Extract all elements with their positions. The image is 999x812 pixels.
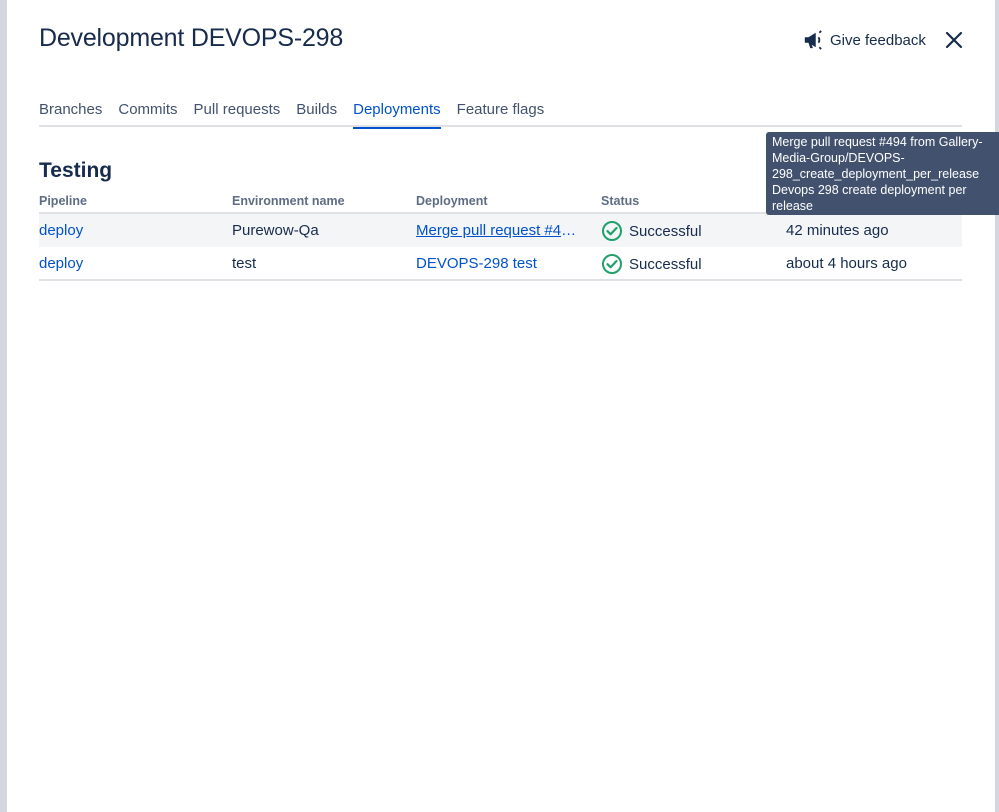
give-feedback-button[interactable]: Give feedback <box>802 29 926 51</box>
tab-pull-requests[interactable]: Pull requests <box>194 100 281 127</box>
status-text: Successful <box>629 222 702 240</box>
tab-bar: Branches Commits Pull requests Builds De… <box>39 100 962 129</box>
tab-deployments[interactable]: Deployments <box>353 100 441 129</box>
give-feedback-label: Give feedback <box>830 31 926 49</box>
tab-commits[interactable]: Commits <box>118 100 177 127</box>
pipeline-link[interactable]: deploy <box>39 222 83 239</box>
tab-builds[interactable]: Builds <box>296 100 337 127</box>
check-circle-icon <box>602 221 622 241</box>
background-page-right <box>995 0 999 812</box>
table-row: deploy test DEVOPS-298 test Successful a… <box>39 247 962 281</box>
table-row: deploy Purewow-Qa Merge pull request #49… <box>39 214 962 247</box>
tab-feature-flags[interactable]: Feature flags <box>457 100 545 127</box>
close-button[interactable] <box>943 29 965 51</box>
tab-branches[interactable]: Branches <box>39 100 102 127</box>
deployment-time: about 4 hours ago <box>786 255 907 272</box>
deployment-link[interactable]: DEVOPS-298 test <box>416 255 537 272</box>
megaphone-icon <box>804 30 822 50</box>
deployment-time: 42 minutes ago <box>786 222 889 239</box>
header-status: Status <box>601 194 640 208</box>
development-modal: Development DEVOPS-298 Give feedback Bra… <box>7 0 995 812</box>
status-badge: Successful <box>601 253 702 275</box>
header-environment: Environment name <box>232 194 345 208</box>
section-title: Testing <box>39 159 113 182</box>
header-pipeline: Pipeline <box>39 194 87 208</box>
pipeline-link[interactable]: deploy <box>39 255 83 272</box>
status-text: Successful <box>629 255 702 273</box>
close-icon <box>945 31 963 49</box>
deployment-tooltip: Merge pull request #494 from Gallery-Med… <box>766 132 999 215</box>
deployment-link[interactable]: Merge pull request #494 from Gallery-Med… <box>416 222 584 239</box>
background-page-left <box>0 0 7 812</box>
environment-name: Purewow-Qa <box>232 222 319 239</box>
check-circle-icon <box>602 254 622 274</box>
environment-name: test <box>232 255 257 272</box>
page-title: Development DEVOPS-298 <box>39 24 344 52</box>
status-badge: Successful <box>601 220 702 242</box>
header-deployment: Deployment <box>416 194 488 208</box>
